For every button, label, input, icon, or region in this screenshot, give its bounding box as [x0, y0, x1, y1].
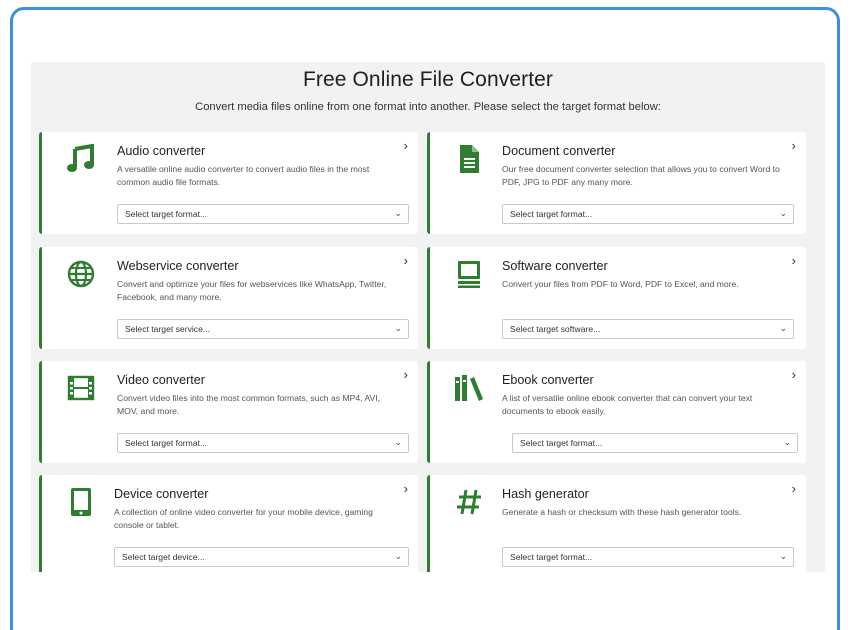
card-video-converter[interactable]: Video converter Convert video files into…	[39, 361, 418, 463]
card-description: Convert video files into the most common…	[117, 393, 381, 416]
card-description: A collection of online video converter f…	[114, 507, 373, 530]
chevron-down-icon: ⌄	[394, 323, 402, 333]
chevron-right-icon[interactable]: ›	[404, 481, 408, 496]
card-title[interactable]: Webservice converter	[117, 259, 239, 273]
card-description: A list of versatile online ebook convert…	[502, 393, 753, 416]
select-value: Select target service...	[125, 324, 211, 334]
card-hash-generator[interactable]: Hash generator Generate a hash or checks…	[427, 475, 806, 572]
card-title[interactable]: Ebook converter	[502, 373, 594, 387]
chevron-down-icon: ⌄	[783, 437, 791, 447]
select-value: Select target format...	[510, 552, 593, 562]
webservice-target-service-select[interactable]: Select target service... ⌄	[117, 319, 409, 339]
select-value: Select target format...	[510, 209, 593, 219]
select-value: Select target device...	[122, 552, 205, 562]
film-icon	[64, 371, 98, 405]
chevron-down-icon: ⌄	[394, 208, 402, 218]
tablet-icon	[64, 485, 98, 519]
document-icon	[452, 142, 486, 176]
monitor-icon	[452, 257, 486, 291]
chevron-down-icon: ⌄	[394, 437, 402, 447]
ebook-target-format-select[interactable]: Select target format... ⌄	[512, 433, 798, 453]
chevron-down-icon: ⌄	[394, 551, 402, 561]
books-icon	[452, 371, 486, 405]
hash-icon	[452, 485, 486, 519]
page-subtitle: Convert media files online from one form…	[195, 101, 661, 113]
music-note-icon	[64, 142, 98, 176]
select-value: Select target format...	[520, 438, 603, 448]
card-title[interactable]: Device converter	[114, 487, 209, 501]
chevron-down-icon: ⌄	[779, 323, 787, 333]
card-description: Generate a hash or checksum with these h…	[502, 507, 742, 517]
hash-target-format-select[interactable]: Select target format... ⌄	[502, 547, 794, 567]
audio-target-format-select[interactable]: Select target format... ⌄	[117, 204, 409, 224]
document-target-format-select[interactable]: Select target format... ⌄	[502, 204, 794, 224]
chevron-right-icon[interactable]: ›	[792, 367, 796, 382]
card-description: A versatile online audio converter to co…	[117, 164, 370, 187]
card-title[interactable]: Audio converter	[117, 144, 205, 158]
card-webservice-converter[interactable]: Webservice converter Convert and optimiz…	[39, 247, 418, 349]
card-title[interactable]: Software converter	[502, 259, 608, 273]
video-target-format-select[interactable]: Select target format... ⌄	[117, 433, 409, 453]
chevron-right-icon[interactable]: ›	[404, 138, 408, 153]
software-target-select[interactable]: Select target software... ⌄	[502, 319, 794, 339]
chevron-down-icon: ⌄	[779, 208, 787, 218]
card-description: Convert and optimize your files for webs…	[117, 279, 387, 302]
chevron-right-icon[interactable]: ›	[404, 253, 408, 268]
globe-icon	[64, 257, 98, 291]
select-value: Select target software...	[510, 324, 601, 334]
chevron-right-icon[interactable]: ›	[404, 367, 408, 382]
converter-panel: Free Online File Converter Convert media…	[31, 62, 825, 572]
card-description: Convert your files from PDF to Word, PDF…	[502, 279, 739, 289]
device-target-select[interactable]: Select target device... ⌄	[114, 547, 409, 567]
page-title: Free Online File Converter	[302, 68, 554, 91]
chevron-right-icon[interactable]: ›	[792, 481, 796, 496]
card-ebook-converter[interactable]: Ebook converter A list of versatile onli…	[427, 361, 806, 463]
chevron-right-icon[interactable]: ›	[792, 138, 796, 153]
card-title[interactable]: Video converter	[117, 373, 205, 387]
card-device-converter[interactable]: Device converter A collection of online …	[39, 475, 418, 572]
select-value: Select target format...	[125, 209, 208, 219]
select-value: Select target format...	[125, 438, 208, 448]
card-title[interactable]: Document converter	[502, 144, 615, 158]
chevron-right-icon[interactable]: ›	[792, 253, 796, 268]
card-software-converter[interactable]: Software converter Convert your files fr…	[427, 247, 806, 349]
chevron-down-icon: ⌄	[779, 551, 787, 561]
card-description: Our free document converter selection th…	[502, 164, 780, 187]
card-title[interactable]: Hash generator	[502, 487, 589, 501]
card-document-converter[interactable]: Document converter Our free document con…	[427, 132, 806, 234]
card-audio-converter[interactable]: Audio converter A versatile online audio…	[39, 132, 418, 234]
